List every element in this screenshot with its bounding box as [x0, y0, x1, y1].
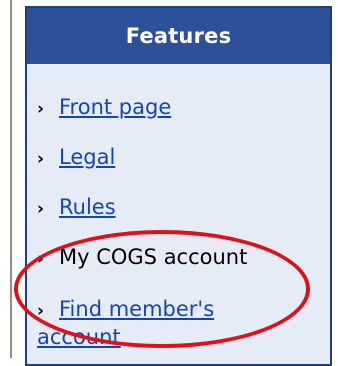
panel-title: Features: [27, 8, 330, 64]
my-cogs-account-label: My COGS account: [59, 245, 248, 269]
nav-item-find-members-account[interactable]: › Find member's: [37, 296, 214, 324]
find-members-account-wrap[interactable]: account: [37, 324, 121, 350]
chevron-right-icon: ›: [37, 301, 45, 321]
chevron-right-icon: ›: [37, 99, 45, 119]
rules-link[interactable]: Rules: [59, 194, 116, 220]
nav-item-front-page[interactable]: › Front page: [37, 94, 171, 122]
front-page-link[interactable]: Front page: [59, 94, 171, 120]
nav-item-my-cogs-account: › My COGS account: [37, 244, 247, 272]
find-members-account-link-line1[interactable]: Find member's: [59, 296, 214, 322]
chevron-right-icon: ›: [37, 249, 45, 269]
nav-item-legal[interactable]: › Legal: [37, 144, 115, 172]
left-border-rule: [10, 0, 12, 358]
features-panel: Features › Front page › Legal › Rules › …: [25, 6, 332, 366]
nav-item-rules[interactable]: › Rules: [37, 194, 116, 222]
chevron-right-icon: ›: [37, 149, 45, 169]
chevron-right-icon: ›: [37, 199, 45, 219]
legal-link[interactable]: Legal: [59, 144, 115, 170]
find-members-account-link-line2[interactable]: account: [37, 325, 121, 349]
